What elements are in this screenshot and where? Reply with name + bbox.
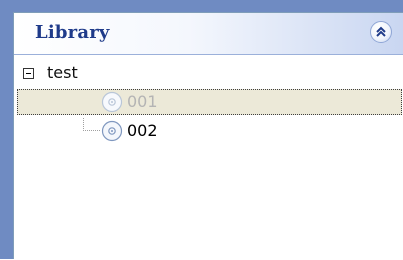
selection-highlight: [17, 89, 402, 115]
disc-icon: [101, 91, 123, 113]
collapse-panel-button[interactable]: [370, 21, 392, 43]
tree-connector-line: [83, 130, 100, 132]
library-tree: test 001 002: [14, 56, 403, 260]
tree-node-test[interactable]: test: [14, 62, 403, 86]
tree-node-label: 001: [127, 92, 158, 111]
library-window-frame: Library test 001 002: [0, 0, 403, 259]
tree-node-002[interactable]: 002: [14, 118, 403, 142]
library-panel-header: Library: [14, 13, 403, 55]
chevron-double-up-icon: [376, 26, 386, 37]
disc-icon: [101, 120, 123, 142]
collapse-toggle-icon[interactable]: [23, 68, 34, 79]
tree-node-label: test: [47, 63, 78, 82]
panel-title: Library: [35, 22, 110, 43]
tree-node-001[interactable]: 001: [14, 89, 403, 115]
tree-node-label: 002: [127, 121, 158, 140]
library-panel: Library test 001 002: [13, 12, 403, 259]
